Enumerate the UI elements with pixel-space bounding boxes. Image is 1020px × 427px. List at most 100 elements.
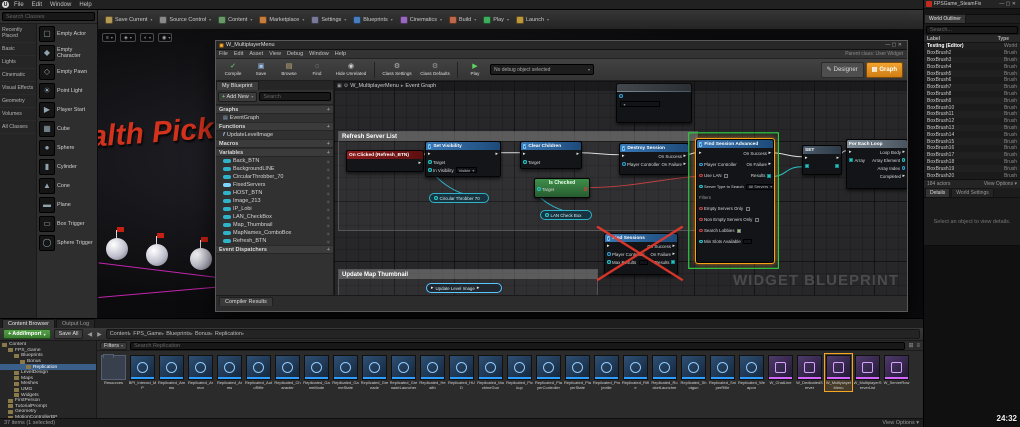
section-functions[interactable]: Functions+ [216, 122, 333, 131]
eye-icon[interactable]: ◉ [327, 183, 331, 188]
class-settings-button[interactable]: ⚙Class Settings [379, 60, 415, 80]
breadcrumb-item[interactable]: FPS_Game▸ [133, 331, 164, 337]
main-menu-item[interactable]: Help [75, 2, 95, 8]
details-tab[interactable]: Details [925, 188, 950, 197]
content-view-options[interactable]: View Options ▾ [882, 420, 919, 426]
asset-tile[interactable]: Replicated_HUD [447, 353, 476, 392]
asset-tile[interactable]: BPI_Interact_MP [128, 353, 157, 392]
place-actors-category[interactable]: Lights [0, 56, 36, 69]
visibility-dropdown[interactable]: Visible▾ [456, 167, 477, 173]
place-actors-category[interactable]: All Classes [0, 121, 36, 134]
node-set-fixed-servers[interactable]: SET ▸ ▸ [802, 145, 842, 175]
toolbar-button[interactable]: Content ▾ [215, 14, 255, 26]
node-destroy-session[interactable]: fDestroy Session On Success▸ On Failure▸… [619, 143, 689, 175]
eye-icon[interactable]: ◉ [327, 223, 331, 228]
min-slots-field[interactable] [743, 239, 752, 244]
asset-tile[interactable]: W_MultiplayerMenu [824, 353, 853, 392]
blueprint-menu-item[interactable]: File [216, 51, 231, 57]
breadcrumb-item[interactable]: Content▸ [110, 331, 132, 337]
blueprint-menu-item[interactable]: Window [306, 51, 332, 57]
filters-button[interactable]: Filters▾ [100, 342, 127, 350]
toolbar-button[interactable]: Source Control ▾ [156, 14, 214, 26]
place-actor-item[interactable]: ◆ Empty Character [37, 43, 97, 62]
place-actor-item[interactable]: ▢ Empty Actor [37, 24, 97, 43]
forward-arrow-icon[interactable]: ▶ [96, 331, 103, 338]
window-controls[interactable]: — ▢ ✕ [997, 1, 1018, 7]
variable-item[interactable]: CircularThrobber_70 ◉ [216, 173, 333, 181]
breadcrumb-item[interactable]: Bonus▸ [195, 331, 213, 337]
hide-unrelated-button[interactable]: ◉Hide Unrelated [332, 60, 370, 80]
place-actors-category[interactable]: Cinematic [0, 69, 36, 82]
world-outliner-tab[interactable]: World Outliner [924, 14, 966, 23]
outliner-row[interactable]: BoxBrush18Brush [924, 159, 1020, 166]
back-arrow-icon[interactable]: ◀ [86, 331, 93, 338]
place-actor-item[interactable]: ▶ Player Start [37, 100, 97, 119]
asset-tile[interactable]: Replicated_AutoRifle [244, 353, 273, 392]
browse-button[interactable]: ▤Browse [276, 60, 302, 80]
blueprint-menu-item[interactable]: Edit [231, 51, 246, 57]
main-menu-item[interactable]: File [10, 2, 28, 8]
asset-tile[interactable]: W_ServerRow [882, 353, 911, 392]
asset-tile[interactable]: Replicated_Shotgun [679, 353, 708, 392]
add-dispatcher-button[interactable]: + [327, 247, 330, 253]
node-find-session-advanced[interactable]: fFind Session Advanced On Success▸ On Fa… [696, 139, 774, 263]
play-button[interactable]: ▶Play [462, 60, 488, 80]
node-dropdown[interactable]: ▾ [620, 101, 660, 107]
non-empty-servers-checkbox[interactable] [755, 218, 759, 222]
node-get-lan-checkbox[interactable]: LAN Check Box [540, 210, 592, 220]
node-for-each-loop[interactable]: For Each Loop Loop Body▸ Array Element A… [846, 139, 907, 189]
find-button[interactable]: ◌Find [304, 60, 330, 80]
blueprint-menu-item[interactable]: Debug [284, 51, 306, 57]
variable-item[interactable]: IP_Lobi ◉ [216, 205, 333, 213]
class-defaults-button[interactable]: ⚙Class Defaults [417, 60, 453, 80]
place-actors-category[interactable]: Basic [0, 43, 36, 56]
eye-icon[interactable]: ◉ [327, 159, 331, 164]
add-variable-button[interactable]: + [327, 150, 330, 156]
outliner-row[interactable]: BoxBrush10Brush [924, 104, 1020, 111]
outliner-row[interactable]: BoxBrush8Brush [924, 91, 1020, 98]
asset-tile[interactable]: W_DedicatedServer [795, 353, 824, 392]
viewport-show-button[interactable]: ◉▾ [158, 33, 172, 42]
variable-item[interactable]: BackgroundLINE ◉ [216, 165, 333, 173]
asset-tile[interactable]: Replicated_Armor [186, 353, 215, 392]
viewport-perspective-button[interactable]: ◈▾ [120, 33, 136, 42]
outliner-row[interactable]: BoxBrush17Brush [924, 152, 1020, 159]
my-blueprint-search-input[interactable] [259, 92, 331, 101]
outliner-row[interactable]: BoxBrush9Brush [924, 97, 1020, 104]
section-variables[interactable]: Variables+ [216, 148, 333, 157]
debug-object-dropdown[interactable]: No debug object selected▾ [490, 64, 594, 75]
asset-tile[interactable]: Replicated_GrenadeLauncher [389, 353, 418, 392]
add-new-button[interactable]: + Add New ▾ [218, 92, 257, 102]
place-actors-category[interactable]: Volumes [0, 108, 36, 121]
outliner-row[interactable]: BoxBrush6Brush [924, 77, 1020, 84]
add-function-button[interactable]: + [327, 124, 330, 130]
node-get-circular-throbber[interactable]: Circular Throbber 70 [429, 193, 489, 203]
function-item[interactable]: fUpdateLevelImage [216, 131, 333, 139]
main-menu-item[interactable]: Window [46, 2, 75, 8]
asset-tile[interactable]: Replicated_GameMode [302, 353, 331, 392]
section-macros[interactable]: Macros+ [216, 139, 333, 148]
outliner-row[interactable]: BoxBrush2Brush [924, 50, 1020, 57]
asset-tile[interactable]: Replicated_RocketLauncher [650, 353, 679, 392]
place-actor-item[interactable]: ▦ Cube [37, 119, 97, 138]
asset-tile[interactable]: Replicated_Health [418, 353, 447, 392]
place-actors-category[interactable]: Recently Placed [0, 24, 36, 43]
variable-item[interactable]: Back_BTN ◉ [216, 157, 333, 165]
place-actor-item[interactable]: ▭ Box Trigger [37, 214, 97, 233]
main-menu-item[interactable]: Edit [28, 2, 46, 8]
place-actor-item[interactable]: ◯ Sphere Trigger [37, 233, 97, 252]
asset-tile[interactable]: Replicated_Character [273, 353, 302, 392]
outliner-row[interactable]: BoxBrush4Brush [924, 63, 1020, 70]
toolbar-button[interactable]: Play ▾ [480, 14, 512, 26]
blueprint-menu-item[interactable]: Asset [246, 51, 266, 57]
toolbar-button[interactable]: Cinematics ▾ [397, 14, 445, 26]
asset-tile[interactable]: Replicated_Projectile [592, 353, 621, 392]
eye-icon[interactable]: ◉ [327, 231, 331, 236]
outliner-row[interactable]: BoxBrush5Brush [924, 70, 1020, 77]
eye-icon[interactable]: ◉ [327, 191, 331, 196]
variable-item[interactable]: FixedServers ◉ [216, 181, 333, 189]
variable-item[interactable]: Refresh_BTN ◉ [216, 237, 333, 245]
outliner-row[interactable]: BoxBrush13Brush [924, 125, 1020, 132]
asset-tile[interactable]: Resources [99, 353, 128, 392]
node-is-checked[interactable]: Is Checked Target [534, 178, 590, 198]
